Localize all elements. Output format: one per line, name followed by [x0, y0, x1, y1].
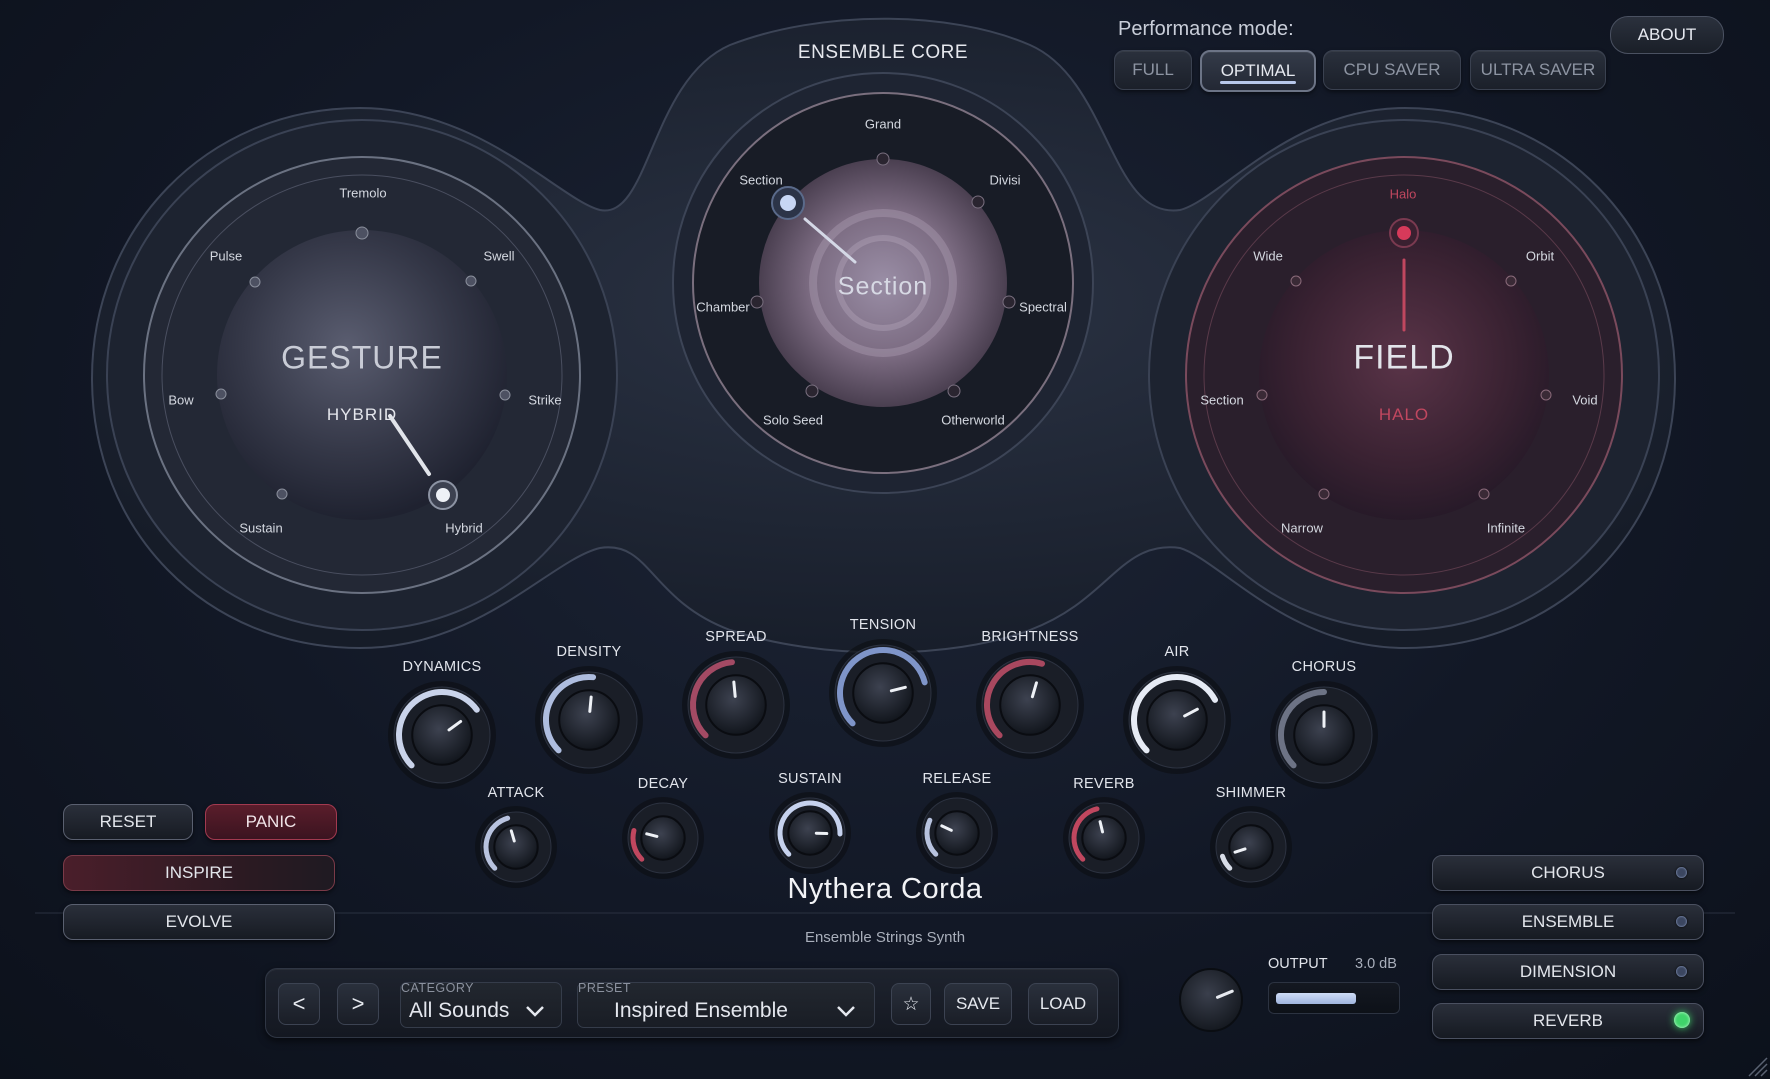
preset-value: Inspired Ensemble	[614, 999, 788, 1022]
favorite-star-icon[interactable]: ☆	[891, 983, 931, 1025]
knob-density-pointer	[588, 695, 593, 713]
output-level-fill	[1276, 993, 1356, 1004]
category-value: All Sounds	[409, 999, 510, 1022]
knob-chorus[interactable]	[1270, 681, 1378, 789]
output-value: 3.0 dB	[1355, 956, 1397, 972]
fx-dimension-toggle[interactable]: DIMENSION	[1432, 954, 1704, 990]
knob-tension[interactable]	[829, 639, 937, 747]
fx-chorus-led	[1676, 867, 1687, 878]
knob-shimmer[interactable]	[1210, 806, 1292, 888]
preset-browser-bar: < > CATEGORY All Sounds PRESET Inspired …	[265, 968, 1119, 1038]
fx-dimension-led	[1676, 966, 1687, 977]
synth-subtitle: Ensemble Strings Synth	[804, 929, 966, 946]
knob-spread[interactable]	[682, 651, 790, 759]
preset-select[interactable]: PRESET Inspired Ensemble	[577, 981, 875, 1028]
synth-name: Nythera Corda	[787, 873, 983, 905]
fx-ensemble-label: ENSEMBLE	[1521, 912, 1615, 931]
fx-chorus-toggle[interactable]: CHORUS	[1432, 855, 1704, 891]
knob-brightness[interactable]	[976, 651, 1084, 759]
fx-ensemble-led	[1676, 916, 1687, 927]
chevron-down-icon	[526, 1006, 544, 1017]
prev-preset-button[interactable]: <	[278, 983, 320, 1025]
knob-decay[interactable]	[622, 797, 704, 879]
category-select[interactable]: CATEGORY All Sounds	[400, 981, 562, 1028]
evolve-button[interactable]: EVOLVE	[63, 904, 335, 940]
inspire-button[interactable]: INSPIRE	[63, 855, 335, 891]
output-level-meter	[1268, 982, 1400, 1014]
fx-reverb-toggle[interactable]: REVERB	[1432, 1003, 1704, 1039]
category-caption: CATEGORY	[401, 981, 474, 995]
fx-chorus-label: CHORUS	[1531, 863, 1605, 882]
load-button[interactable]: LOAD	[1028, 983, 1098, 1025]
fx-ensemble-toggle[interactable]: ENSEMBLE	[1432, 904, 1704, 940]
knob-sustain[interactable]	[769, 792, 851, 874]
panic-button[interactable]: PANIC	[205, 804, 337, 840]
fx-reverb-label: REVERB	[1533, 1011, 1603, 1030]
resize-grip-icon[interactable]	[1745, 1054, 1769, 1078]
knob-release[interactable]	[916, 792, 998, 874]
knob-attack[interactable]	[475, 806, 557, 888]
knob-density[interactable]	[535, 666, 643, 774]
chevron-down-icon	[837, 1006, 855, 1017]
output-knob[interactable]	[1176, 965, 1246, 1035]
reset-button[interactable]: RESET	[63, 804, 193, 840]
fx-dimension-label: DIMENSION	[1519, 962, 1617, 981]
save-button[interactable]: SAVE	[944, 983, 1012, 1025]
knob-spread-pointer	[732, 680, 737, 698]
knob-reverb[interactable]	[1063, 797, 1145, 879]
fx-reverb-led	[1674, 1012, 1690, 1028]
output-label: OUTPUT	[1268, 956, 1328, 972]
knob-air[interactable]	[1123, 666, 1231, 774]
preset-caption: PRESET	[578, 981, 632, 995]
knob-dynamics[interactable]	[388, 681, 496, 789]
next-preset-button[interactable]: >	[337, 983, 379, 1025]
